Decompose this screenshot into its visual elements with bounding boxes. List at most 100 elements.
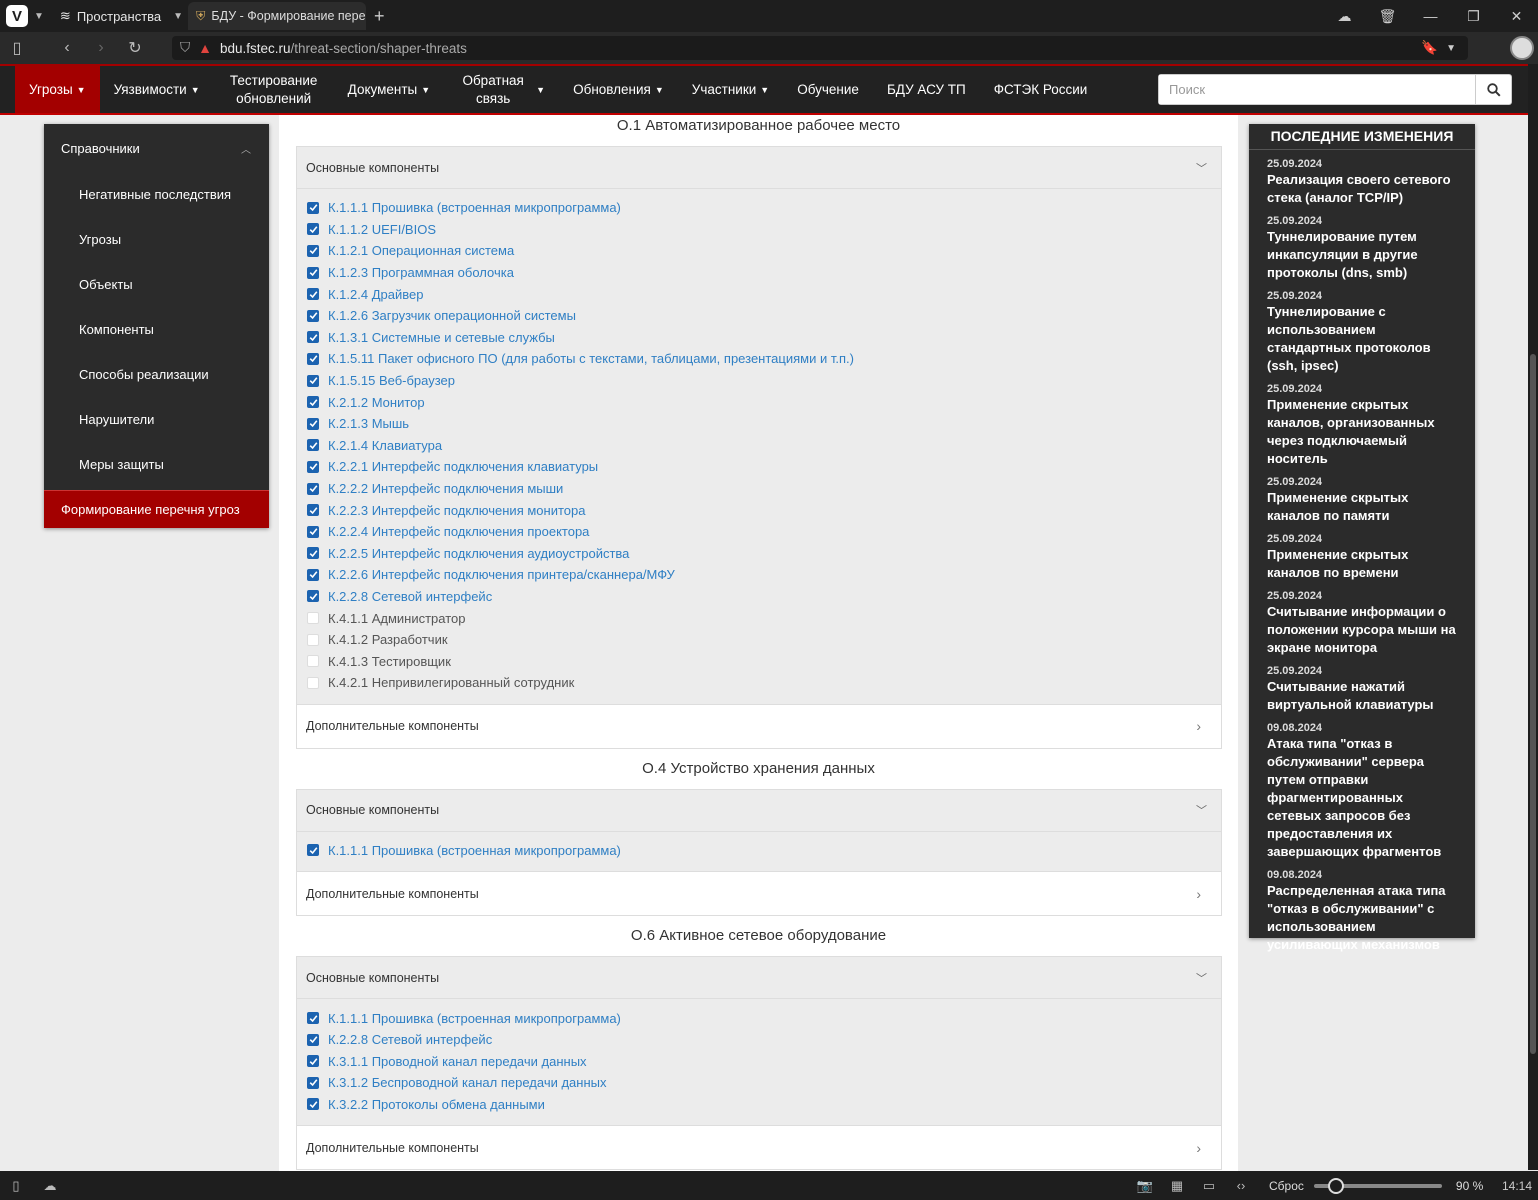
news-item[interactable]: 25.09.2024 Применение скрытых каналов, о…	[1267, 382, 1457, 468]
code-icon[interactable]: ‹›	[1229, 1178, 1253, 1193]
panel-toggle-icon[interactable]: ▯	[0, 38, 34, 58]
sidebar-item-negative-consequences[interactable]: Негативные последствия	[44, 172, 269, 217]
sidebar-item-methods[interactable]: Способы реализации	[44, 352, 269, 397]
news-item[interactable]: 25.09.2024 Туннелирование путем инкапсул…	[1267, 214, 1457, 282]
news-item[interactable]: 25.09.2024 Считывание нажатий виртуально…	[1267, 664, 1457, 714]
minimize-icon[interactable]: —	[1409, 8, 1452, 24]
warning-icon[interactable]: ▲	[198, 40, 212, 56]
news-title-link[interactable]: Применение скрытых каналов по памяти	[1267, 489, 1457, 525]
zoom-reset-button[interactable]: Сброс	[1269, 1179, 1304, 1193]
component-link[interactable]: К.2.1.3 Мышь	[328, 416, 409, 431]
zoom-slider-knob[interactable]	[1327, 1177, 1344, 1194]
nav-bdu-asu-tp[interactable]: БДУ АСУ ТП	[873, 66, 980, 113]
component-link[interactable]: К.4.1.2 Разработчик	[328, 632, 448, 647]
new-tab-icon[interactable]: +	[374, 6, 385, 27]
news-item[interactable]: 09.08.2024 Распределенная атака типа "от…	[1267, 868, 1457, 954]
sidebar-header[interactable]: Справочники ︿	[44, 124, 269, 172]
component-link[interactable]: К.2.2.1 Интерфейс подключения клавиатуры	[328, 459, 598, 474]
component-checkbox[interactable]	[307, 331, 319, 344]
forward-icon[interactable]: ›	[84, 39, 118, 57]
nav-updates[interactable]: Обновления ▼	[559, 66, 678, 113]
component-checkbox[interactable]	[307, 460, 319, 473]
component-link[interactable]: К.2.2.3 Интерфейс подключения монитора	[328, 503, 585, 518]
component-checkbox[interactable]	[307, 244, 319, 257]
main-components-header[interactable]: Основные компоненты ﹀	[297, 789, 1221, 832]
scrollbar-thumb[interactable]	[1530, 354, 1536, 1054]
component-link[interactable]: К.1.2.1 Операционная система	[328, 243, 514, 258]
page-scrollbar[interactable]	[1528, 64, 1538, 1170]
component-checkbox[interactable]	[307, 266, 319, 279]
news-title-link[interactable]: Считывание нажатий виртуальной клавиатур…	[1267, 678, 1457, 714]
component-checkbox[interactable]	[307, 396, 319, 409]
component-checkbox[interactable]	[307, 417, 319, 430]
close-window-icon[interactable]: ✕	[1495, 8, 1538, 25]
news-item[interactable]: 25.09.2024 Считывание информации о полож…	[1267, 589, 1457, 657]
cloud-sync-icon[interactable]: ☁	[1323, 8, 1366, 25]
nav-feedback[interactable]: Обратная связь ▼	[444, 66, 559, 113]
news-item[interactable]: 25.09.2024 Применение скрытых каналов по…	[1267, 475, 1457, 525]
news-title-link[interactable]: Распределенная атака типа "отказ в обслу…	[1267, 882, 1457, 954]
main-components-header[interactable]: Основные компоненты ﹀	[297, 147, 1221, 189]
component-checkbox[interactable]	[307, 1012, 319, 1025]
component-checkbox[interactable]	[307, 1033, 319, 1046]
back-icon[interactable]: ‹	[50, 39, 84, 57]
component-link[interactable]: К.2.1.2 Монитор	[328, 395, 425, 410]
additional-components-header[interactable]: Дополнительные компоненты ›	[297, 703, 1221, 748]
component-checkbox[interactable]	[307, 612, 319, 625]
sidebar-item-protection[interactable]: Меры защиты	[44, 442, 269, 487]
shield-icon[interactable]: ⛉	[180, 40, 190, 56]
vivaldi-menu-icon[interactable]: V	[6, 5, 28, 27]
component-checkbox[interactable]	[307, 504, 319, 517]
bookmark-icon[interactable]: 🔖	[1421, 40, 1438, 56]
nav-fstec[interactable]: ФСТЭК России	[980, 66, 1102, 113]
cloud-icon[interactable]: ☁	[38, 1178, 62, 1194]
profile-avatar[interactable]	[1510, 36, 1534, 60]
news-title-link[interactable]: Применение скрытых каналов, организованн…	[1267, 396, 1457, 468]
component-checkbox[interactable]	[307, 844, 319, 857]
news-item[interactable]: 25.09.2024 Применение скрытых каналов по…	[1267, 532, 1457, 582]
component-checkbox[interactable]	[307, 547, 319, 560]
component-link[interactable]: К.3.2.2 Протоколы обмена данными	[328, 1097, 545, 1112]
zoom-slider[interactable]	[1313, 1177, 1442, 1194]
component-link[interactable]: К.1.1.1 Прошивка (встроенная микропрогра…	[328, 200, 621, 215]
component-link[interactable]: К.2.2.6 Интерфейс подключения принтера/с…	[328, 567, 675, 582]
nav-threats[interactable]: Угрозы ▼	[15, 66, 100, 113]
component-link[interactable]: К.2.2.4 Интерфейс подключения проектора	[328, 524, 589, 539]
component-link[interactable]: К.2.1.4 Клавиатура	[328, 438, 442, 453]
sidebar-item-threats[interactable]: Угрозы	[44, 217, 269, 262]
reload-icon[interactable]: ↻	[118, 38, 152, 58]
nav-update-testing[interactable]: Тестирование обновлений	[214, 66, 334, 113]
sidebar-item-objects[interactable]: Объекты	[44, 262, 269, 307]
window-icon[interactable]: ▭	[1197, 1178, 1221, 1194]
component-checkbox[interactable]	[307, 309, 319, 322]
component-checkbox[interactable]	[307, 633, 319, 646]
component-checkbox[interactable]	[307, 288, 319, 301]
component-link[interactable]: К.1.5.11 Пакет офисного ПО (для работы с…	[328, 351, 854, 366]
nav-vulnerabilities[interactable]: Уязвимости ▼	[100, 66, 214, 113]
search-button[interactable]	[1475, 75, 1511, 104]
component-link[interactable]: К.4.2.1 Непривилегированный сотрудник	[328, 675, 574, 690]
news-title-link[interactable]: Реализация своего сетевого стека (аналог…	[1267, 171, 1457, 207]
component-link[interactable]: К.2.2.5 Интерфейс подключения аудиоустро…	[328, 546, 629, 561]
search-input[interactable]	[1159, 75, 1475, 104]
component-checkbox[interactable]	[307, 568, 319, 581]
sidebar-item-violators[interactable]: Нарушители	[44, 397, 269, 442]
restore-icon[interactable]: ❐	[1452, 8, 1495, 25]
main-components-header[interactable]: Основные компоненты ﹀	[297, 957, 1221, 1000]
component-checkbox[interactable]	[307, 1076, 319, 1089]
news-title-link[interactable]: Считывание информации о положении курсор…	[1267, 603, 1457, 657]
component-link[interactable]: К.1.5.15 Веб-браузер	[328, 373, 455, 388]
nav-documents[interactable]: Документы ▼	[334, 66, 445, 113]
component-checkbox[interactable]	[307, 1055, 319, 1068]
additional-components-header[interactable]: Дополнительные компоненты ›	[297, 871, 1221, 916]
chevron-down-icon[interactable]: ▼	[34, 11, 44, 22]
component-checkbox[interactable]	[307, 482, 319, 495]
news-title-link[interactable]: Атака типа "отказ в обслуживании" сервер…	[1267, 735, 1457, 861]
component-checkbox[interactable]	[307, 590, 319, 603]
nav-training[interactable]: Обучение	[783, 66, 873, 113]
component-checkbox[interactable]	[307, 525, 319, 538]
component-link[interactable]: К.4.1.1 Администратор	[328, 611, 466, 626]
camera-icon[interactable]: 📷	[1133, 1178, 1157, 1194]
trash-icon[interactable]: 🗑	[1366, 8, 1409, 25]
url-dropdown-icon[interactable]: ▼	[1446, 43, 1456, 54]
